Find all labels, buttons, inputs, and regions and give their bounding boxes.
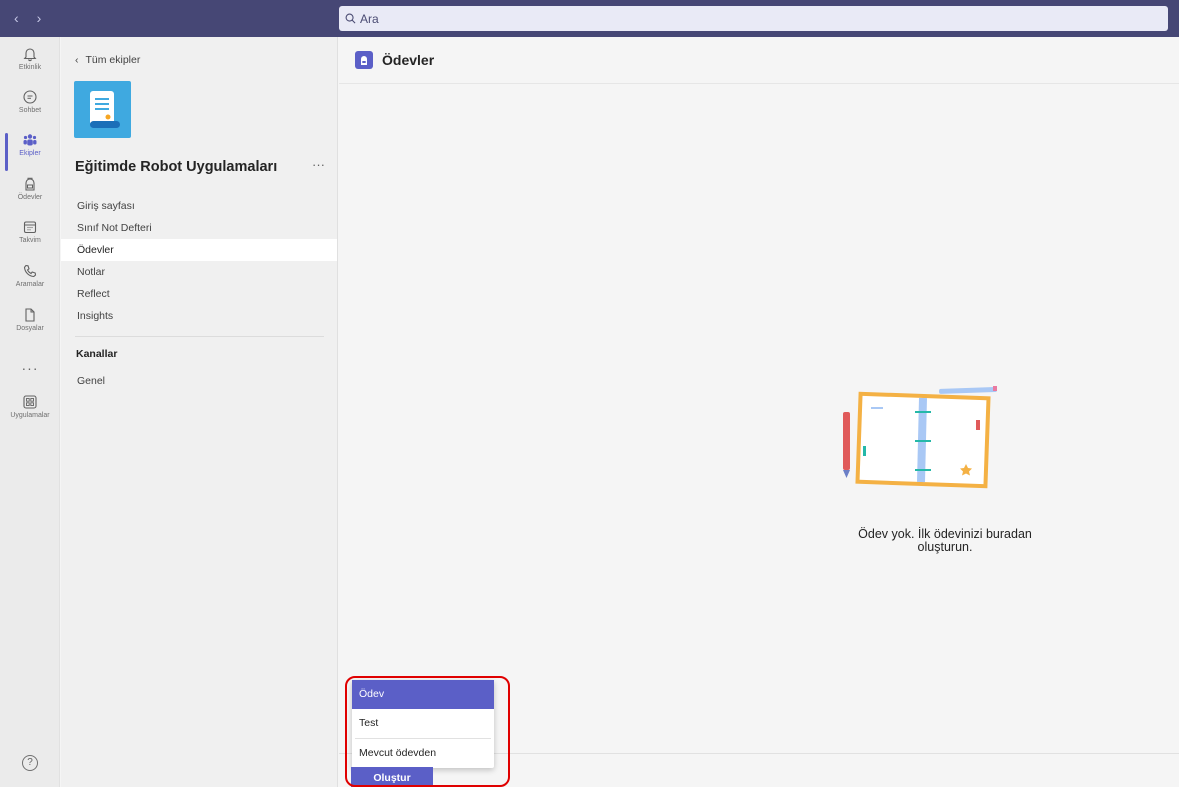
calendar-icon [23,221,37,234]
rail-item-activity[interactable]: Etkinlik [0,46,60,86]
create-button[interactable]: Oluştur [351,767,433,787]
team-nav-list: Giriş sayfası Sınıf Not Defteri Ödevler … [61,195,337,327]
all-teams-link[interactable]: ‹ Tüm ekipler [75,54,140,66]
backpack-icon [25,177,35,191]
bell-icon [23,48,37,62]
phone-icon [23,264,37,278]
rail-item-assignments[interactable]: Ödevler [0,176,60,216]
empty-state-message: Ödev yok. İlk ödevinizi buradan oluşturu… [809,528,1081,554]
rail-item-teams[interactable]: Ekipler [0,132,60,172]
rail-item-apps[interactable]: Uygulamalar [0,394,60,434]
nav-item-home[interactable]: Giriş sayfası [61,195,337,217]
menu-item-quiz[interactable]: Test [352,709,494,738]
search-placeholder: Ara [360,11,379,26]
apps-icon [23,395,37,409]
teams-icon [23,134,37,146]
chevron-left-icon: ‹ [75,54,79,66]
rail-label: Uygulamalar [10,412,50,419]
page-title: Ödevler [382,52,435,68]
rail-item-files[interactable]: Dosyalar [0,307,60,347]
notebook-scroll-icon [90,91,120,128]
empty-notebook-illustration [843,386,998,489]
channel-general[interactable]: Genel [77,375,105,387]
forward-arrow-icon[interactable]: › [37,10,42,26]
rail-label: Dosyalar [16,325,44,332]
rail-label: Ekipler [19,150,41,157]
team-name: Eğitimde Robot Uygulamaları [75,159,278,175]
menu-item-from-existing[interactable]: Mevcut ödevden [352,739,494,768]
nav-item-reflect[interactable]: Reflect [61,283,337,305]
back-arrow-icon[interactable]: ‹ [14,10,19,26]
divider [75,336,324,337]
menu-item-assignment[interactable]: Ödev [352,680,494,709]
history-nav: ‹ › [14,10,41,26]
all-teams-label: Tüm ekipler [85,54,141,66]
nav-item-class-notebook[interactable]: Sınıf Not Defteri [61,217,337,239]
team-avatar [74,81,131,138]
create-menu: Ödev Test Mevcut ödevden [352,680,494,768]
file-icon [25,308,35,322]
rail-label: Sohbet [18,107,42,114]
nav-item-insights[interactable]: Insights [61,305,337,327]
rail-label: Takvim [19,237,41,244]
rail-label: Etkinlik [18,64,42,71]
nav-item-grades[interactable]: Notlar [61,261,337,283]
channels-heading: Kanallar [76,348,118,360]
title-bar: ‹ › Ara [0,0,1179,37]
main-header: Ödevler [339,37,1179,84]
empty-state-line-2: oluşturun. [917,540,973,554]
assignments-app-icon [355,51,373,69]
chat-icon [23,90,37,104]
rail-label: Ödevler [17,194,43,201]
rail-label: Aramalar [15,281,45,288]
app-rail: Etkinlik Sohbet Ekipler Ödevler Takvim A… [0,37,60,787]
nav-item-assignments[interactable]: Ödevler [61,239,337,261]
rail-item-calls[interactable]: Aramalar [0,263,60,303]
team-panel: ‹ Tüm ekipler Eğitimde Robot Uygulamalar… [61,37,338,787]
main-content: Ödevler Ödev yok. İlk ödevinizi buradan … [339,37,1179,787]
search-input[interactable]: Ara [339,6,1168,31]
rail-item-chat[interactable]: Sohbet [0,89,60,129]
search-icon [345,13,356,24]
team-more-options-icon[interactable]: ··· [312,157,325,172]
more-apps-icon[interactable]: ··· [0,360,60,376]
help-icon[interactable]: ? [22,755,38,771]
rail-item-calendar[interactable]: Takvim [0,219,60,259]
